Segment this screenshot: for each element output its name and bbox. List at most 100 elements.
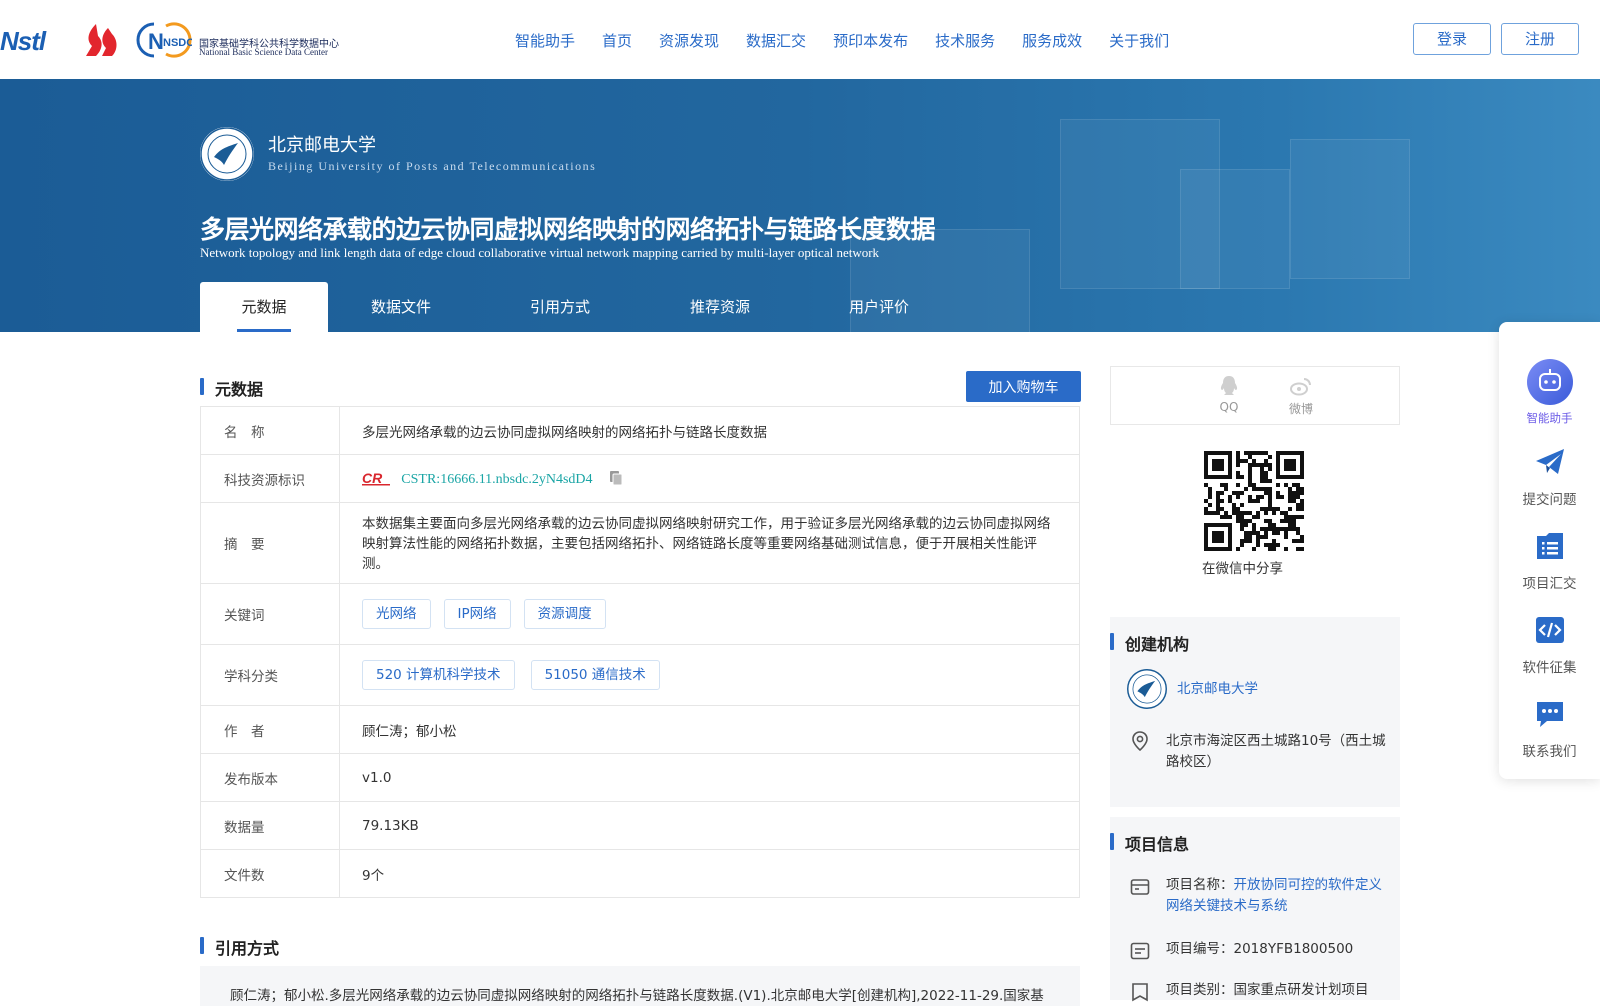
nsdc-logo[interactable]: N NSDC 国家基础学科公共科学数据中心 National Basic Sci… xyxy=(136,20,351,60)
subjects-cell: 520 计算机科学技术 51050 通信技术 xyxy=(339,644,1080,706)
metadata-table: 名 称 多层光网络承载的边云协同虚拟网络映射的网络拓扑与链路长度数据 科技资源标… xyxy=(200,406,1080,898)
cstr-link[interactable]: CSTR:16666.11.nbsdc.2yN4sdD4 xyxy=(401,472,592,487)
creator-card: 创建机构 北京邮电大学 北京市海淀区西土城路10号（西土城路校区） xyxy=(1110,617,1400,807)
svg-text:NSDC: NSDC xyxy=(163,37,192,49)
qq-icon xyxy=(1220,376,1238,395)
cstr-icon: CR xyxy=(362,470,390,486)
project-heading: 项目信息 xyxy=(1110,831,1189,855)
keyword-tag[interactable]: 资源调度 xyxy=(523,599,606,629)
svg-text:CR: CR xyxy=(362,470,383,486)
project-number-icon xyxy=(1130,942,1150,960)
tab-reviews[interactable]: 用户评价 xyxy=(794,282,964,332)
citation-text: 顾仁涛；郁小松.多层光网络承载的边云协同虚拟网络映射的网络拓扑与链路长度数据.(… xyxy=(230,988,1044,1004)
citation-box: 顾仁涛；郁小松.多层光网络承载的边云协同虚拟网络映射的网络拓扑与链路长度数据.(… xyxy=(200,966,1080,1006)
nav-discover[interactable]: 资源发现 xyxy=(659,30,719,51)
table-row: 作 者 顾仁涛；郁小松 xyxy=(200,705,1080,754)
login-button[interactable]: 登录 xyxy=(1413,23,1491,55)
float-assistant[interactable]: 智能助手 xyxy=(1499,358,1600,426)
nav-submit-data[interactable]: 数据汇交 xyxy=(746,30,806,51)
float-contact-us[interactable]: 联系我们 xyxy=(1499,698,1600,760)
nav-about[interactable]: 关于我们 xyxy=(1109,30,1169,51)
svg-text:N: N xyxy=(148,29,164,54)
table-row: 文件数 9个 xyxy=(200,849,1080,898)
file-count-value: 9个 xyxy=(339,849,1080,898)
float-contact-us-label: 联系我们 xyxy=(1522,744,1577,760)
nav-tech-service[interactable]: 技术服务 xyxy=(935,30,995,51)
share-box: QQ 微博 xyxy=(1110,366,1400,425)
nav-home[interactable]: 首页 xyxy=(602,30,632,51)
tab-metadata[interactable]: 元数据 xyxy=(200,282,328,332)
bg-decoration xyxy=(1180,169,1290,289)
institution-name-en: Beijing University of Posts and Telecomm… xyxy=(268,159,597,173)
row-label: 学科分类 xyxy=(200,644,340,706)
weibo-label: 微博 xyxy=(1288,402,1313,416)
dataset-tabs: 元数据 数据文件 引用方式 推荐资源 用户评价 xyxy=(200,282,964,332)
tab-data-files[interactable]: 数据文件 xyxy=(328,282,474,332)
institution-logo xyxy=(200,127,254,181)
row-label: 摘 要 xyxy=(200,502,340,584)
row-label: 名 称 xyxy=(200,406,340,455)
nsdc-mark-icon: N NSDC xyxy=(136,22,192,58)
table-row: 名 称 多层光网络承载的边云协同虚拟网络映射的网络拓扑与链路长度数据 xyxy=(200,406,1080,455)
paper-plane-icon xyxy=(1535,449,1564,474)
float-software-call[interactable]: 软件征集 xyxy=(1499,614,1600,676)
cstr-cell: CR CSTR:16666.11.nbsdc.2yN4sdD4 xyxy=(339,454,1080,503)
subject-tag[interactable]: 520 计算机科学技术 xyxy=(362,660,515,690)
float-submit-question[interactable]: 提交问题 xyxy=(1499,446,1600,508)
row-label: 发布版本 xyxy=(200,753,340,802)
location-icon xyxy=(1132,731,1148,751)
floating-toolbar: 智能助手 提交问题 项目汇交 软件征集 联系我们 xyxy=(1499,322,1600,779)
keyword-tag[interactable]: IP网络 xyxy=(443,599,511,629)
table-row: 关键词 光网络 IP网络 资源调度 xyxy=(200,583,1080,645)
share-weibo[interactable]: 微博 xyxy=(1281,375,1321,417)
nstl-logo[interactable]: Nstl xyxy=(0,26,46,57)
tab-recommended[interactable]: 推荐资源 xyxy=(646,282,794,332)
row-label: 文件数 xyxy=(200,849,340,898)
register-button[interactable]: 注册 xyxy=(1501,23,1579,55)
creator-address: 北京市海淀区西土城路10号（西土城路校区） xyxy=(1166,733,1386,770)
code-icon xyxy=(1535,617,1564,643)
add-to-cart-button[interactable]: 加入购物车 xyxy=(966,371,1081,402)
copy-icon[interactable] xyxy=(609,470,623,486)
tab-citation[interactable]: 引用方式 xyxy=(474,282,646,332)
abstract-value: 本数据集主要面向多层光网络承载的边云协同虚拟网络映射研究工作，用于验证多层光网络… xyxy=(339,502,1080,584)
table-row: 发布版本 v1.0 xyxy=(200,753,1080,802)
robot-icon xyxy=(1526,359,1573,405)
subject-tag[interactable]: 51050 通信技术 xyxy=(530,660,660,690)
dataset-title: 多层光网络承载的边云协同虚拟网络映射的网络拓扑与链路长度数据 xyxy=(200,215,936,244)
creator-logo xyxy=(1127,669,1167,709)
row-label: 作 者 xyxy=(200,705,340,754)
nav-outcomes[interactable]: 服务成效 xyxy=(1022,30,1082,51)
main-nav: 智能助手 首页 资源发现 数据汇交 预印本发布 技术服务 服务成效 关于我们 xyxy=(515,30,1196,51)
project-name-icon xyxy=(1130,879,1150,895)
project-type: 项目类别：国家重点研发计划项目 xyxy=(1166,982,1369,998)
size-value: 79.13KB xyxy=(339,801,1080,850)
dataset-banner: 北京邮电大学 Beijing University of Posts and T… xyxy=(0,79,1600,332)
dataset-title-en: Network topology and link length data of… xyxy=(200,245,880,260)
share-qq[interactable]: QQ xyxy=(1209,375,1249,414)
top-header: Nstl N NSDC 国家基础学科公共科学数据中心 National Basi… xyxy=(0,0,1600,78)
table-row: 科技资源标识 CR CSTR:16666.11.nbsdc.2yN4sdD4 xyxy=(200,454,1080,503)
institution-name-cn[interactable]: 北京邮电大学 xyxy=(268,131,376,157)
nav-preprint[interactable]: 预印本发布 xyxy=(833,30,908,51)
citation-heading: 引用方式 xyxy=(200,935,279,959)
wechat-qr-code xyxy=(1204,451,1304,551)
float-project-submit-label: 项目汇交 xyxy=(1522,576,1577,592)
table-row: 数据量 79.13KB xyxy=(200,801,1080,850)
keyword-tag[interactable]: 光网络 xyxy=(362,599,431,629)
row-label: 科技资源标识 xyxy=(200,454,340,503)
float-submit-question-label: 提交问题 xyxy=(1522,492,1577,508)
nav-assistant[interactable]: 智能助手 xyxy=(515,30,575,51)
metadata-heading: 元数据 xyxy=(200,376,263,400)
weibo-icon xyxy=(1290,378,1311,396)
row-label: 关键词 xyxy=(200,583,340,645)
nsdc-en-name: National Basic Science Data Center xyxy=(199,47,328,57)
chat-bubble-icon xyxy=(1536,702,1563,727)
project-type-icon xyxy=(1132,983,1148,1002)
float-project-submit[interactable]: 项目汇交 xyxy=(1499,530,1600,592)
dataset-name-value: 多层光网络承载的边云协同虚拟网络映射的网络拓扑与链路长度数据 xyxy=(339,406,1080,455)
creator-name-link[interactable]: 北京邮电大学 xyxy=(1177,679,1258,700)
table-row: 摘 要 本数据集主要面向多层光网络承载的边云协同虚拟网络映射研究工作，用于验证多… xyxy=(200,502,1080,584)
red-brand-logo[interactable] xyxy=(82,22,120,58)
wechat-share-caption: 在微信中分享 xyxy=(1202,561,1283,577)
